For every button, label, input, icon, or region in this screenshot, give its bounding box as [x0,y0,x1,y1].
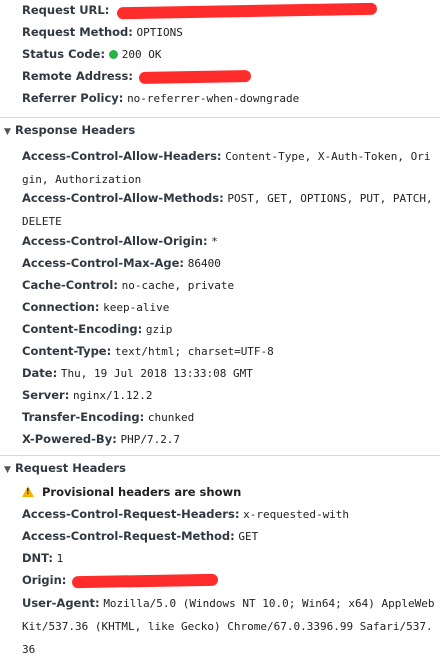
referrer-policy-row: Referrer Policy: no-referrer-when-downgr… [22,91,440,105]
header-row: Cache-Control: no-cache, private [22,278,440,292]
header-row: Content-Type: text/html; charset=UTF-8 [22,344,440,358]
header-row: Access-Control-Request-Headers: x-reques… [22,507,440,521]
warning-text: Provisional headers are shown [42,485,242,499]
redaction-mark [138,69,251,84]
header-name: Status Code: [22,47,106,61]
header-name: X-Powered-By: [22,432,117,446]
header-name: Connection: [22,300,100,314]
request-headers-toggle[interactable]: ▼ Request Headers [0,457,440,479]
header-row: Connection: keep-alive [22,300,440,314]
header-value: no-cache, private [121,279,235,292]
header-name: Access-Control-Allow-Headers: [22,149,222,163]
header-value: chunked [147,411,195,424]
header-value: OPTIONS [136,26,183,39]
header-name: Request URL: [22,3,110,17]
section-divider [0,117,440,118]
header-name: Access-Control-Max-Age: [22,256,185,270]
header-name: Access-Control-Allow-Origin: [22,234,208,248]
header-value: no-referrer-when-downgrade [127,92,300,105]
header-name: DNT: [22,551,53,565]
header-name: Access-Control-Request-Headers: [22,507,240,521]
provisional-warning: Provisional headers are shown [22,485,440,499]
header-name: Content-Type: [22,344,112,358]
header-row: Date: Thu, 19 Jul 2018 13:33:08 GMT [22,366,440,380]
header-name: Origin: [22,573,67,587]
header-row: DNT: 1 [22,551,440,565]
header-name: Transfer-Encoding: [22,410,145,424]
header-name: Access-Control-Allow-Methods: [22,191,224,205]
status-ok-icon [108,50,118,59]
header-value: * [211,235,218,248]
header-value: x-requested-with [243,508,350,521]
header-value: 86400 [187,257,221,270]
section-divider [0,455,440,456]
header-value: gzip [145,323,173,336]
header-row: Origin: [22,573,440,588]
triangle-down-icon: ▼ [4,465,11,475]
header-value: 200 OK [121,48,162,61]
header-name: User-Agent: [22,596,100,610]
header-name: Date: [22,366,58,380]
header-value: Thu, 19 Jul 2018 13:33:08 GMT [60,367,253,380]
status-code-row: Status Code: 200 OK [22,47,440,61]
header-name: Referrer Policy: [22,91,124,105]
triangle-down-icon: ▼ [4,127,11,137]
header-name: Content-Encoding: [22,322,143,336]
response-headers-toggle[interactable]: ▼ Response Headers [0,119,440,141]
remote-address-row: Remote Address: [22,69,440,84]
request-method-row: Request Method: OPTIONS [22,25,440,39]
section-title: Request Headers [15,461,126,475]
header-value: nginx/1.12.2 [72,389,153,402]
header-row: User-Agent: Mozilla/5.0 (Windows NT 10.0… [22,592,436,661]
header-value: PHP/7.2.7 [120,433,181,446]
header-row: X-Powered-By: PHP/7.2.7 [22,432,440,446]
section-title: Response Headers [15,123,136,137]
header-value: 1 [56,552,64,565]
header-value: text/html; charset=UTF-8 [114,345,274,358]
header-name: Cache-Control: [22,278,118,292]
header-row: Access-Control-Max-Age: 86400 [22,256,440,270]
header-name: Request Method: [22,25,133,39]
header-name: Server: [22,388,70,402]
header-row: Access-Control-Request-Method: GET [22,529,440,543]
header-row: Content-Encoding: gzip [22,322,440,336]
header-value: keep-alive [103,301,170,314]
header-name: Remote Address: [22,69,133,83]
header-row: Transfer-Encoding: chunked [22,410,440,424]
redaction-mark [71,573,219,588]
header-row: Access-Control-Allow-Headers: Content-Ty… [22,145,436,191]
request-url-row: Request URL: [22,2,440,19]
header-value: GET [238,530,259,543]
header-name: Access-Control-Request-Method: [22,529,235,543]
redaction-mark [116,2,378,19]
header-row: Access-Control-Allow-Methods: POST, GET,… [22,187,436,233]
header-row: Server: nginx/1.12.2 [22,388,440,402]
warning-icon [22,486,34,497]
header-row: Access-Control-Allow-Origin: * [22,234,440,248]
